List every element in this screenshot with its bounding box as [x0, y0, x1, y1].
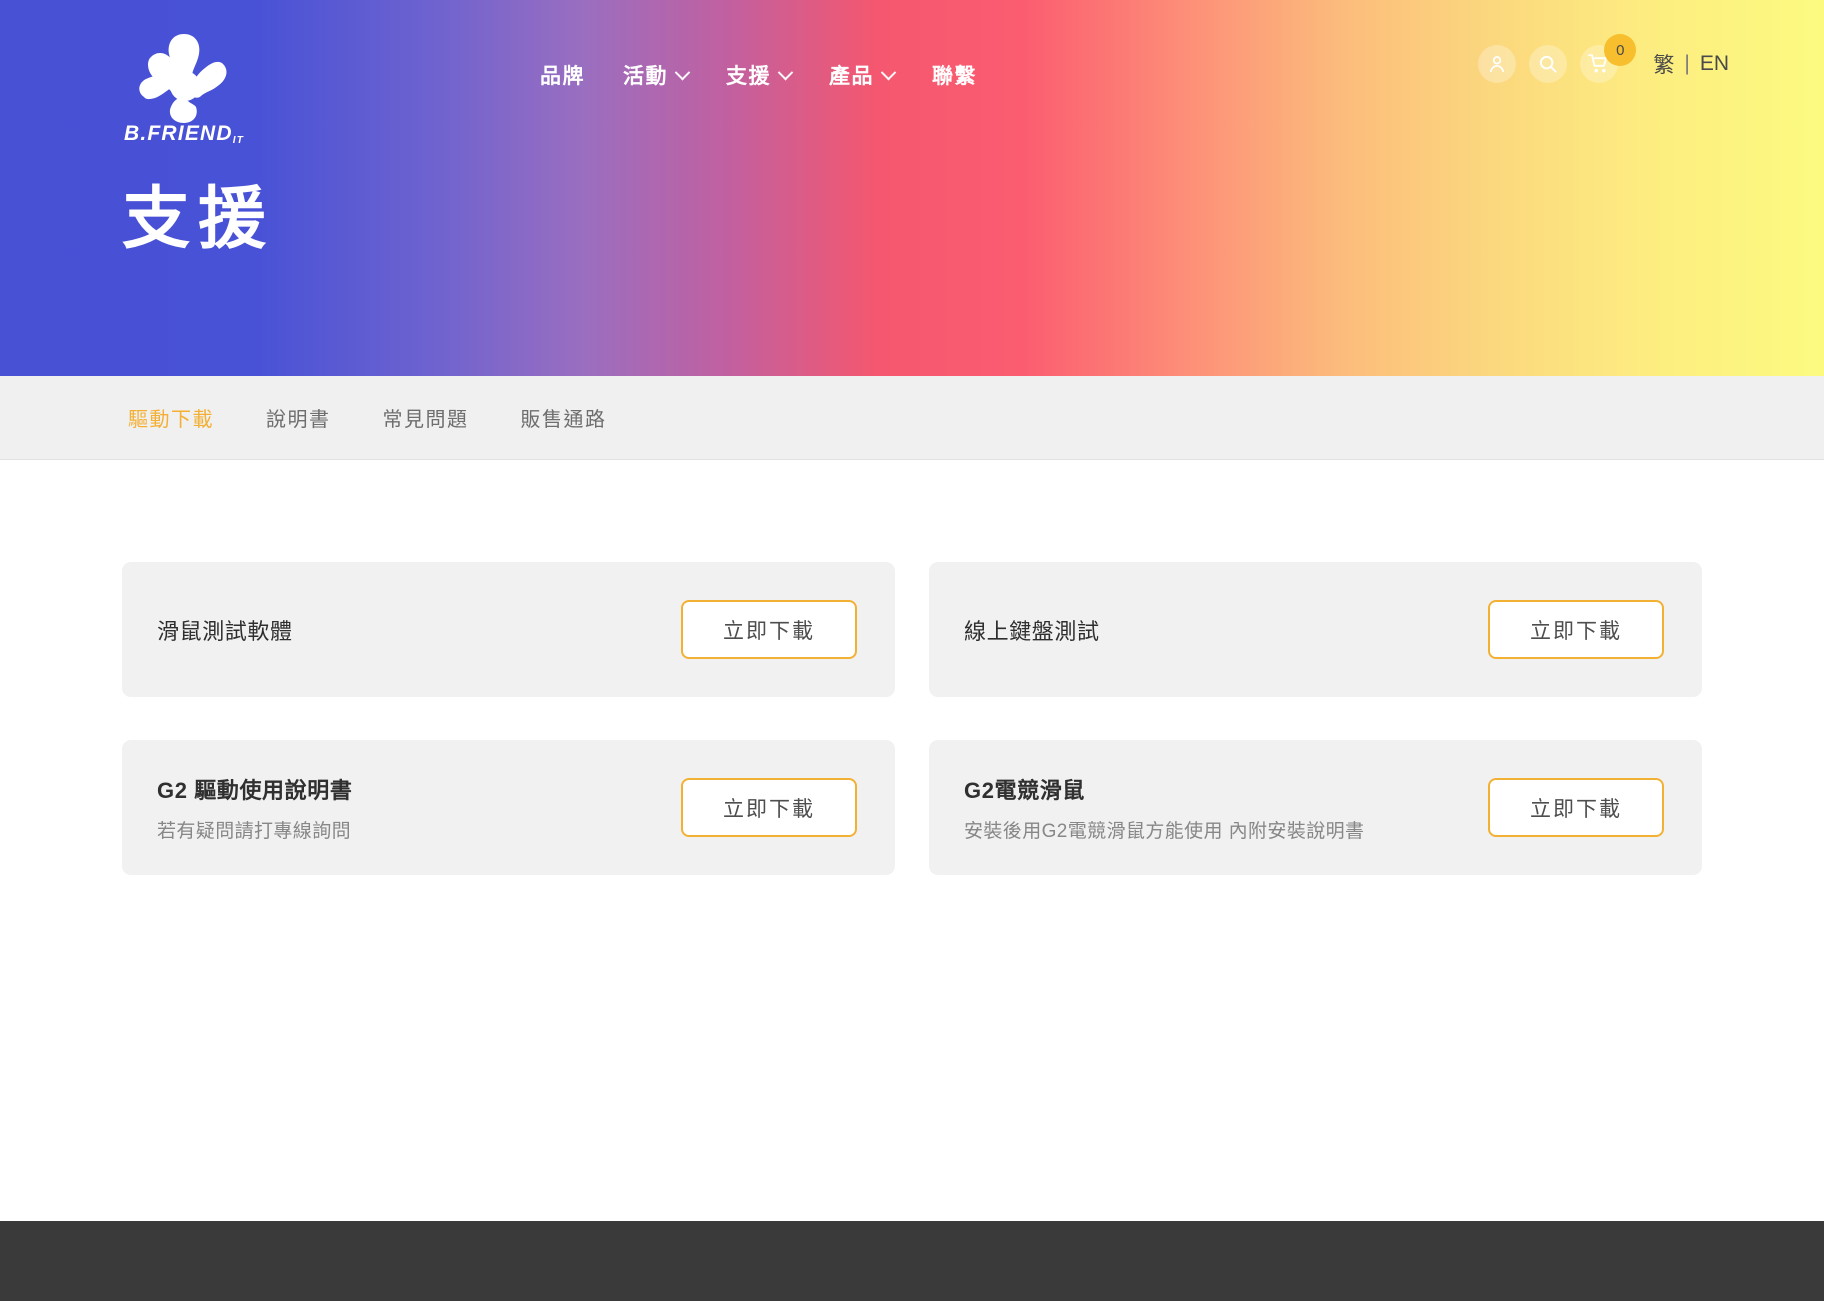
nav-label: 支援 — [726, 65, 771, 88]
card-title: 線上鍵盤測試 — [964, 618, 1100, 644]
nav-label: 聯繫 — [932, 65, 977, 88]
main-content: 滑鼠測試軟體 立即下載 線上鍵盤測試 立即下載 G2 驅動使用說明書 若有疑問請… — [0, 460, 1824, 1221]
download-button[interactable]: 立即下載 — [1488, 600, 1664, 659]
main-nav: 品牌 活動 支援 產品 聯繫 — [540, 60, 977, 90]
search-icon — [1540, 55, 1557, 73]
download-button[interactable]: 立即下載 — [681, 600, 857, 659]
download-button[interactable]: 立即下載 — [681, 778, 857, 837]
chevron-down-icon — [777, 64, 794, 80]
card-title: 滑鼠測試軟體 — [157, 618, 293, 644]
lang-current[interactable]: 繁 — [1653, 49, 1674, 79]
tab-retailers[interactable]: 販售通路 — [515, 399, 613, 436]
account-button[interactable] — [1478, 45, 1517, 83]
user-icon — [1490, 56, 1505, 73]
download-card: 滑鼠測試軟體 立即下載 — [122, 562, 895, 697]
nav-item-products[interactable]: 產品 — [829, 60, 897, 90]
page-title: 支援 — [122, 181, 275, 257]
nav-label: 產品 — [829, 65, 874, 88]
cart-count-badge: 0 — [1604, 34, 1637, 66]
download-card: G2 驅動使用說明書 若有疑問請打專線詢問 立即下載 — [122, 740, 895, 875]
chevron-down-icon — [674, 64, 691, 80]
download-card-grid: 滑鼠測試軟體 立即下載 線上鍵盤測試 立即下載 G2 驅動使用說明書 若有疑問請… — [122, 562, 1702, 875]
brand-wordmark: B.FRIENDIT — [124, 122, 245, 146]
card-subtitle: 安裝後用G2電競滑鼠方能使用 內附安裝說明書 — [964, 820, 1365, 842]
tab-driver-download[interactable]: 驅動下載 — [122, 399, 220, 436]
download-card: G2電競滑鼠 安裝後用G2電競滑鼠方能使用 內附安裝說明書 立即下載 — [929, 740, 1702, 875]
language-switcher: 繁 | EN — [1653, 49, 1729, 79]
nav-label: 活動 — [623, 65, 668, 88]
utility-bar: 0 繁 | EN — [1478, 34, 1729, 83]
nav-item-events[interactable]: 活動 — [623, 60, 691, 90]
tab-manuals[interactable]: 說明書 — [260, 399, 337, 436]
tab-faq[interactable]: 常見問題 — [377, 399, 475, 436]
brand-wordmark-sup: IT — [232, 135, 245, 146]
nav-label: 品牌 — [540, 65, 585, 88]
download-button[interactable]: 立即下載 — [1488, 778, 1664, 837]
card-text: 滑鼠測試軟體 — [157, 614, 293, 646]
cart-button[interactable]: 0 — [1580, 34, 1637, 83]
card-text: G2 驅動使用說明書 若有疑問請打專線詢問 — [157, 773, 352, 843]
card-text: G2電競滑鼠 安裝後用G2電競滑鼠方能使用 內附安裝說明書 — [964, 773, 1364, 843]
site-footer: B.FRIENDIT 品牌|活動|支援|產品|聯繫 捷旺企業有限公司 電話:(0… — [0, 1221, 1824, 1301]
hero-banner: B.FRIENDIT 品牌 活動 支援 產品 聯繫 0 繁 | EN 支援 — [0, 0, 1824, 376]
card-title: G2電競滑鼠 — [964, 777, 1085, 803]
top-navigation-bar: B.FRIENDIT 品牌 活動 支援 產品 聯繫 0 繁 | EN — [0, 0, 1824, 150]
lang-separator: | — [1684, 52, 1690, 75]
nav-item-contact[interactable]: 聯繫 — [932, 60, 977, 90]
search-button[interactable] — [1529, 45, 1568, 83]
nav-item-support[interactable]: 支援 — [726, 60, 794, 90]
card-title: G2 驅動使用說明書 — [157, 777, 353, 803]
support-tab-bar: 驅動下載 說明書 常見問題 販售通路 — [0, 376, 1824, 460]
download-card: 線上鍵盤測試 立即下載 — [929, 562, 1702, 697]
nav-item-brand[interactable]: 品牌 — [540, 60, 585, 90]
chevron-down-icon — [880, 64, 897, 80]
card-text: 線上鍵盤測試 — [964, 614, 1100, 646]
lang-alternate[interactable]: EN — [1700, 52, 1729, 76]
card-subtitle: 若有疑問請打專線詢問 — [157, 820, 352, 842]
